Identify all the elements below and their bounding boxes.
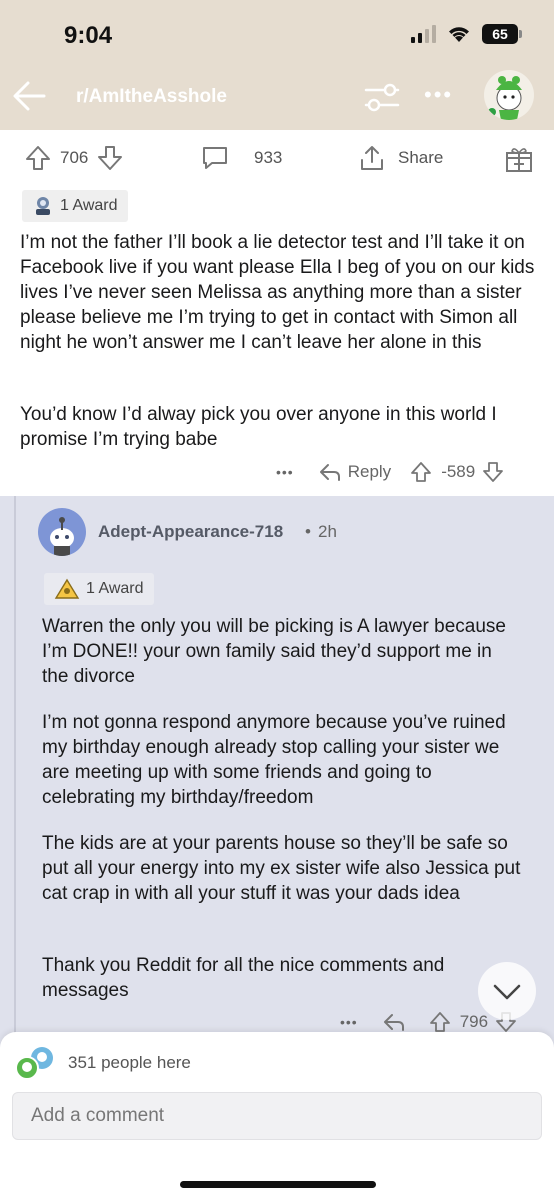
comment-time: 2h <box>318 522 337 541</box>
comment-paragraph: Warren the only you will be picking is A… <box>42 616 506 687</box>
upvote-icon[interactable] <box>24 144 52 172</box>
people-avatars-icon <box>15 1047 53 1080</box>
comments-button[interactable]: 933 <box>200 144 282 172</box>
comment-bubble-icon <box>203 147 227 169</box>
award-label: 1 Award <box>86 580 144 597</box>
signal-icon <box>411 25 436 43</box>
subreddit-title[interactable]: r/AmItheAsshole <box>76 86 227 108</box>
status-time: 9:04 <box>64 22 113 49</box>
gift-award-icon[interactable] <box>504 144 534 174</box>
reply-icon[interactable] <box>382 1011 406 1033</box>
downvote-icon[interactable] <box>96 144 124 172</box>
comment-paragraph: The kids are at your parents house so th… <box>42 833 521 904</box>
more-options-icon[interactable]: ••• <box>424 84 458 108</box>
top-bar: 9:04 65 r/AmItheAsshole ••• <box>0 0 554 130</box>
user-avatar[interactable] <box>484 70 534 120</box>
award-label: 1 Award <box>60 197 118 214</box>
post-vote-group: 706 <box>24 144 124 172</box>
back-arrow-icon[interactable] <box>10 78 50 114</box>
comment-paragraph: I’m not the father I’ll book a lie detec… <box>20 232 535 353</box>
share-label: Share <box>398 148 444 167</box>
share-button[interactable]: Share <box>358 144 443 172</box>
comment-actions: ••• Reply -589 <box>276 460 505 484</box>
comment-author[interactable]: Adept-Appearance-718 <box>98 522 283 542</box>
more-options-icon[interactable]: ••• <box>340 1014 358 1030</box>
downvote-icon[interactable] <box>481 460 505 484</box>
more-options-icon[interactable]: ••• <box>276 464 294 480</box>
upvote-icon[interactable] <box>428 1010 452 1034</box>
comment-score: -589 <box>441 462 476 481</box>
wifi-icon <box>449 27 469 42</box>
reply-icon <box>319 464 340 481</box>
people-here-count: 351 people here <box>68 1053 191 1072</box>
status-icons: 65 <box>411 24 522 44</box>
comment-paragraph: Thank you Reddit for all the nice commen… <box>42 955 445 1001</box>
reply-button[interactable]: Reply <box>318 461 391 483</box>
reply-label: Reply <box>347 462 392 481</box>
post-vote-count: 706 <box>60 148 89 167</box>
upvote-icon[interactable] <box>409 460 433 484</box>
comment-paragraph: I’m not gonna respond anymore because yo… <box>42 712 506 808</box>
battery-icon: 65 <box>482 24 522 44</box>
comment-count: 933 <box>254 148 283 167</box>
add-comment-placeholder: Add a comment <box>31 1105 165 1126</box>
add-comment-input[interactable]: Add a comment <box>12 1092 542 1140</box>
award-badge[interactable]: 1 Award <box>22 190 128 222</box>
post-action-bar: 706 933 Share <box>0 130 554 186</box>
award-badge[interactable]: 1 Award <box>44 573 154 605</box>
thread-line[interactable] <box>14 496 16 1056</box>
chevron-down-icon <box>493 984 521 1000</box>
filter-icon[interactable] <box>362 80 402 114</box>
commenter-avatar[interactable] <box>38 508 86 556</box>
comment-paragraph: You’d know I’d alway pick you over anyon… <box>20 404 497 450</box>
home-indicator[interactable] <box>180 1181 376 1188</box>
share-icon <box>361 146 383 170</box>
award-icon <box>36 197 50 215</box>
award-icon <box>54 578 80 599</box>
scroll-down-button[interactable] <box>478 962 536 1020</box>
separator-dot: • <box>305 522 311 541</box>
